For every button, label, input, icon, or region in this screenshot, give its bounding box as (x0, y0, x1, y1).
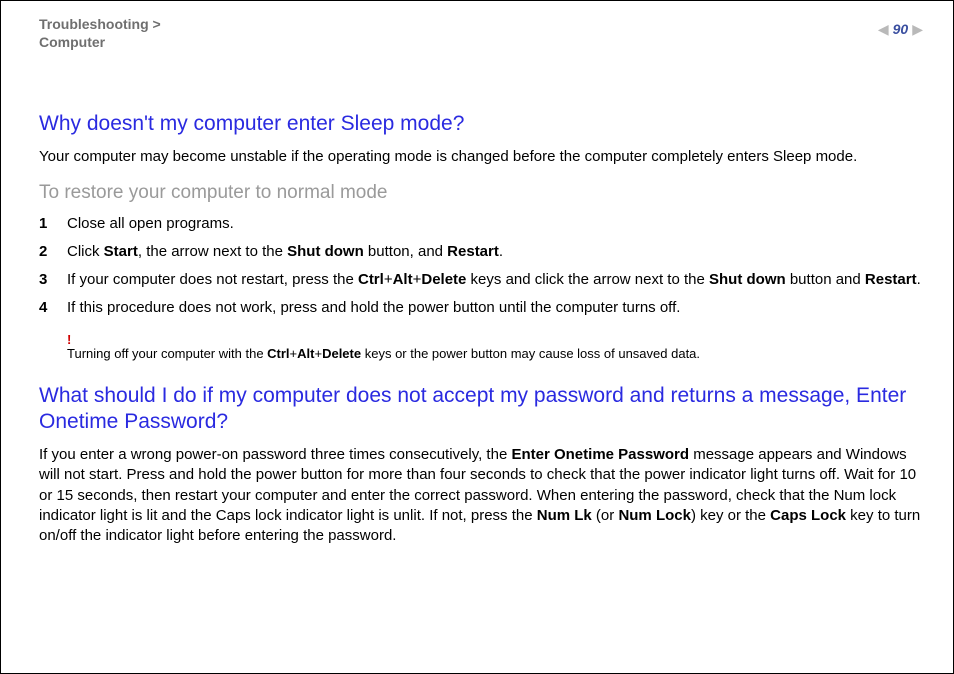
step-number: 2 (39, 242, 67, 262)
section-1-title: Why doesn't my computer enter Sleep mode… (39, 111, 923, 137)
warning-icon: ! (67, 333, 923, 346)
steps-list: 1 Close all open programs. 2 Click Start… (39, 214, 923, 319)
step-number: 3 (39, 270, 67, 290)
page-content: Why doesn't my computer enter Sleep mode… (39, 111, 923, 560)
page-header: Troubleshooting > Computer (39, 15, 923, 55)
prev-page-arrow-icon[interactable]: ◀ (878, 22, 889, 36)
step-text: Close all open programs. (67, 214, 923, 234)
breadcrumb: Troubleshooting > Computer (39, 15, 923, 51)
step-2: 2 Click Start, the arrow next to the Shu… (39, 242, 923, 262)
step-text: If this procedure does not work, press a… (67, 298, 923, 318)
document-page: Troubleshooting > Computer ◀ 90 ▶ Why do… (0, 0, 954, 674)
warning-text: Turning off your computer with the Ctrl+… (67, 346, 700, 361)
breadcrumb-line-2: Computer (39, 34, 105, 50)
step-number: 1 (39, 214, 67, 234)
breadcrumb-line-1: Troubleshooting > (39, 16, 161, 32)
step-1: 1 Close all open programs. (39, 214, 923, 234)
page-nav: ◀ 90 ▶ (878, 21, 923, 37)
next-page-arrow-icon[interactable]: ▶ (912, 22, 923, 36)
warning-note: ! Turning off your computer with the Ctr… (67, 333, 923, 361)
step-3: 3 If your computer does not restart, pre… (39, 270, 923, 290)
section-1-intro: Your computer may become unstable if the… (39, 147, 923, 167)
section-2-body: If you enter a wrong power-on password t… (39, 445, 923, 546)
section-2-title: What should I do if my computer does not… (39, 383, 923, 436)
page-number: 90 (893, 21, 909, 37)
step-number: 4 (39, 298, 67, 318)
section-1-subtitle: To restore your computer to normal mode (39, 182, 923, 204)
step-text: If your computer does not restart, press… (67, 270, 923, 290)
step-text: Click Start, the arrow next to the Shut … (67, 242, 923, 262)
step-4: 4 If this procedure does not work, press… (39, 298, 923, 318)
